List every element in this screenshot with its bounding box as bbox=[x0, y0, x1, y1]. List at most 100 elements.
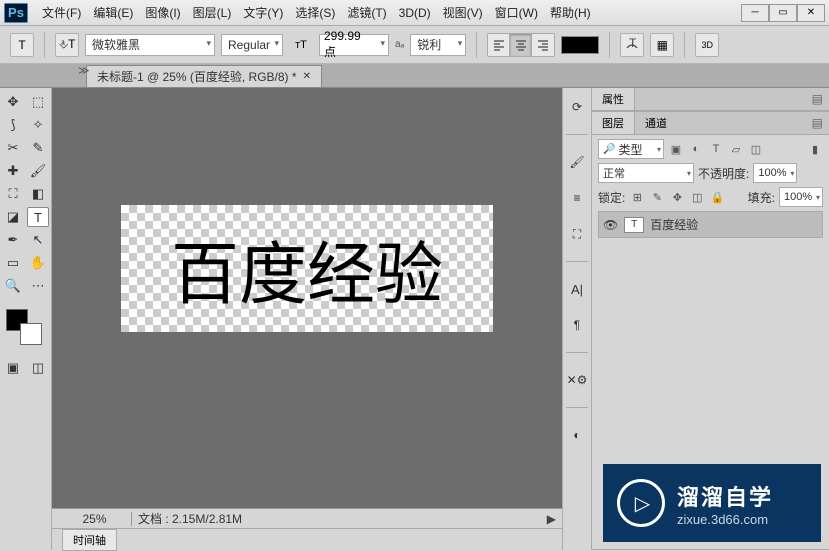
character-panel-button[interactable]: ▦ bbox=[650, 33, 674, 57]
opacity-input[interactable]: 100% bbox=[753, 163, 797, 183]
filter-type-icon[interactable]: T bbox=[708, 141, 724, 157]
layers-menu-icon[interactable]: ▤ bbox=[806, 116, 829, 130]
menu-type[interactable]: 文字(Y) bbox=[237, 1, 289, 24]
options-bar: T ⎀T 微软雅黑 Regular тT 299.99 点 aₐ 锐利 T ▦ … bbox=[0, 26, 829, 64]
maximize-button[interactable]: ▭ bbox=[769, 4, 797, 22]
path-select-tool[interactable]: ↖ bbox=[27, 230, 49, 250]
quickmask-button[interactable]: ▣ bbox=[2, 358, 24, 378]
magic-wand-tool[interactable]: ✧ bbox=[27, 115, 49, 135]
rectangle-tool[interactable]: ▭ bbox=[2, 253, 24, 273]
lock-artboard-icon[interactable]: ◫ bbox=[689, 189, 705, 205]
menu-layer[interactable]: 图层(L) bbox=[187, 1, 238, 24]
eraser-tool[interactable]: ◧ bbox=[27, 184, 49, 204]
menu-view[interactable]: 视图(V) bbox=[437, 1, 489, 24]
brush-presets-icon[interactable]: ≡ bbox=[568, 189, 586, 207]
menu-edit[interactable]: 编辑(E) bbox=[87, 1, 139, 24]
screenmode-button[interactable]: ◫ bbox=[27, 358, 49, 378]
document-tab[interactable]: 未标题-1 @ 25% (百度经验, RGB/8) * ✕ bbox=[86, 65, 322, 87]
status-bar: 25% 文档 : 2.15M/2.81M ▶ bbox=[52, 508, 562, 528]
move-tool[interactable]: ✥ bbox=[2, 92, 24, 112]
menu-help[interactable]: 帮助(H) bbox=[544, 1, 597, 24]
pen-tool[interactable]: ✒ bbox=[2, 230, 24, 250]
menu-window[interactable]: 窗口(W) bbox=[489, 1, 544, 24]
minimize-button[interactable]: ─ bbox=[741, 4, 769, 22]
paragraph-icon[interactable]: ¶ bbox=[568, 316, 586, 334]
lock-all-icon[interactable]: 🔒 bbox=[709, 189, 725, 205]
lock-label: 锁定: bbox=[598, 189, 625, 206]
collapse-arrow-icon[interactable]: ≫ bbox=[78, 64, 90, 77]
filter-smart-icon[interactable]: ◫ bbox=[748, 141, 764, 157]
settings-icon[interactable]: ✕⚙ bbox=[568, 371, 586, 389]
status-menu-icon[interactable]: ▶ bbox=[547, 512, 556, 526]
collapsed-panel-strip: ⟳ 🖌 ≡ ⛶ A| ¶ ✕⚙ ◐ bbox=[562, 88, 592, 550]
close-tab-icon[interactable]: ✕ bbox=[303, 71, 311, 82]
brushes-icon[interactable]: 🖌 bbox=[568, 153, 586, 171]
zoom-value[interactable]: 25% bbox=[58, 512, 132, 526]
blend-mode-dropdown[interactable]: 正常 bbox=[598, 163, 694, 183]
brush-tool[interactable]: 🖌 bbox=[27, 161, 49, 181]
history-icon[interactable]: ⟳ bbox=[568, 98, 586, 116]
lock-transparency-icon[interactable]: ⊞ bbox=[629, 189, 645, 205]
tab-properties[interactable]: 属性 bbox=[592, 88, 635, 110]
tab-layers[interactable]: 图层 bbox=[592, 112, 635, 134]
font-family-dropdown[interactable]: 微软雅黑 bbox=[85, 34, 215, 56]
font-style-dropdown[interactable]: Regular bbox=[221, 34, 283, 56]
fill-input[interactable]: 100% bbox=[779, 187, 823, 207]
stamp-tool[interactable]: ⛶ bbox=[2, 184, 24, 204]
filter-toggle-icon[interactable]: ▮ bbox=[807, 141, 823, 157]
canvas-viewport[interactable]: 百度经验 bbox=[52, 88, 562, 508]
layer-name[interactable]: 百度经验 bbox=[650, 216, 698, 233]
text-orientation-button[interactable]: ⎀T bbox=[55, 33, 79, 57]
align-center-button[interactable] bbox=[510, 34, 532, 56]
menu-select[interactable]: 选择(S) bbox=[289, 1, 341, 24]
clone-source-icon[interactable]: ⛶ bbox=[568, 225, 586, 243]
menu-image[interactable]: 图像(I) bbox=[139, 1, 186, 24]
menu-3d[interactable]: 3D(D) bbox=[393, 3, 437, 23]
edit-toolbar[interactable]: ⋯ bbox=[27, 276, 49, 296]
text-color-swatch[interactable] bbox=[561, 36, 599, 54]
font-size-input[interactable]: 299.99 点 bbox=[319, 34, 389, 56]
filter-adjust-icon[interactable]: ◐ bbox=[688, 141, 704, 157]
lasso-tool[interactable]: ⟆ bbox=[2, 115, 24, 135]
document-title: 未标题-1 @ 25% (百度经验, RGB/8) * bbox=[97, 68, 297, 85]
fill-label: 填充: bbox=[748, 189, 775, 206]
text-align-group bbox=[487, 33, 555, 57]
menu-file[interactable]: 文件(F) bbox=[36, 1, 87, 24]
visibility-icon[interactable]: 👁 bbox=[603, 218, 618, 232]
crop-tool[interactable]: ✂ bbox=[2, 138, 24, 158]
watermark-url: zixue.3d66.com bbox=[677, 512, 773, 527]
gradient-tool[interactable]: ◪ bbox=[2, 207, 24, 227]
lock-pixels-icon[interactable]: ✎ bbox=[649, 189, 665, 205]
layer-thumbnail[interactable]: T bbox=[624, 217, 644, 233]
zoom-tool[interactable]: 🔍 bbox=[2, 276, 24, 296]
align-right-button[interactable] bbox=[532, 34, 554, 56]
libraries-icon[interactable]: ◐ bbox=[568, 426, 586, 444]
3d-button[interactable]: 3D bbox=[695, 33, 719, 57]
close-button[interactable]: ✕ bbox=[797, 4, 825, 22]
canvas-text-layer[interactable]: 百度经验 bbox=[171, 219, 443, 318]
layer-filter-dropdown[interactable]: 🔎 类型 bbox=[598, 139, 664, 159]
align-left-button[interactable] bbox=[488, 34, 510, 56]
layer-row[interactable]: 👁 T 百度经验 bbox=[598, 211, 823, 238]
filter-shape-icon[interactable]: ▱ bbox=[728, 141, 744, 157]
eyedropper-tool[interactable]: ✎ bbox=[27, 138, 49, 158]
hand-tool[interactable]: ✋ bbox=[27, 253, 49, 273]
marquee-tool[interactable]: ⬚ bbox=[27, 92, 49, 112]
warp-text-button[interactable]: T bbox=[620, 33, 644, 57]
document-tab-bar: ≫ 未标题-1 @ 25% (百度经验, RGB/8) * ✕ bbox=[0, 64, 829, 88]
lock-position-icon[interactable]: ✥ bbox=[669, 189, 685, 205]
timeline-tab[interactable]: 时间轴 bbox=[62, 529, 117, 551]
filter-image-icon[interactable]: ▣ bbox=[668, 141, 684, 157]
tab-channels[interactable]: 通道 bbox=[635, 112, 677, 134]
panel-menu-icon[interactable]: ▤ bbox=[806, 92, 829, 106]
font-size-icon: тT bbox=[289, 33, 313, 57]
healing-tool[interactable]: ✚ bbox=[2, 161, 24, 181]
text-tool-icon[interactable]: T bbox=[10, 33, 34, 57]
aa-icon: aₐ bbox=[395, 39, 404, 50]
background-color[interactable] bbox=[20, 323, 42, 345]
antialias-dropdown[interactable]: 锐利 bbox=[410, 34, 466, 56]
menu-bar: Ps 文件(F) 编辑(E) 图像(I) 图层(L) 文字(Y) 选择(S) 滤… bbox=[0, 0, 829, 26]
menu-filter[interactable]: 滤镜(T) bbox=[341, 1, 392, 24]
type-tool[interactable]: T bbox=[27, 207, 49, 227]
character-icon[interactable]: A| bbox=[568, 280, 586, 298]
